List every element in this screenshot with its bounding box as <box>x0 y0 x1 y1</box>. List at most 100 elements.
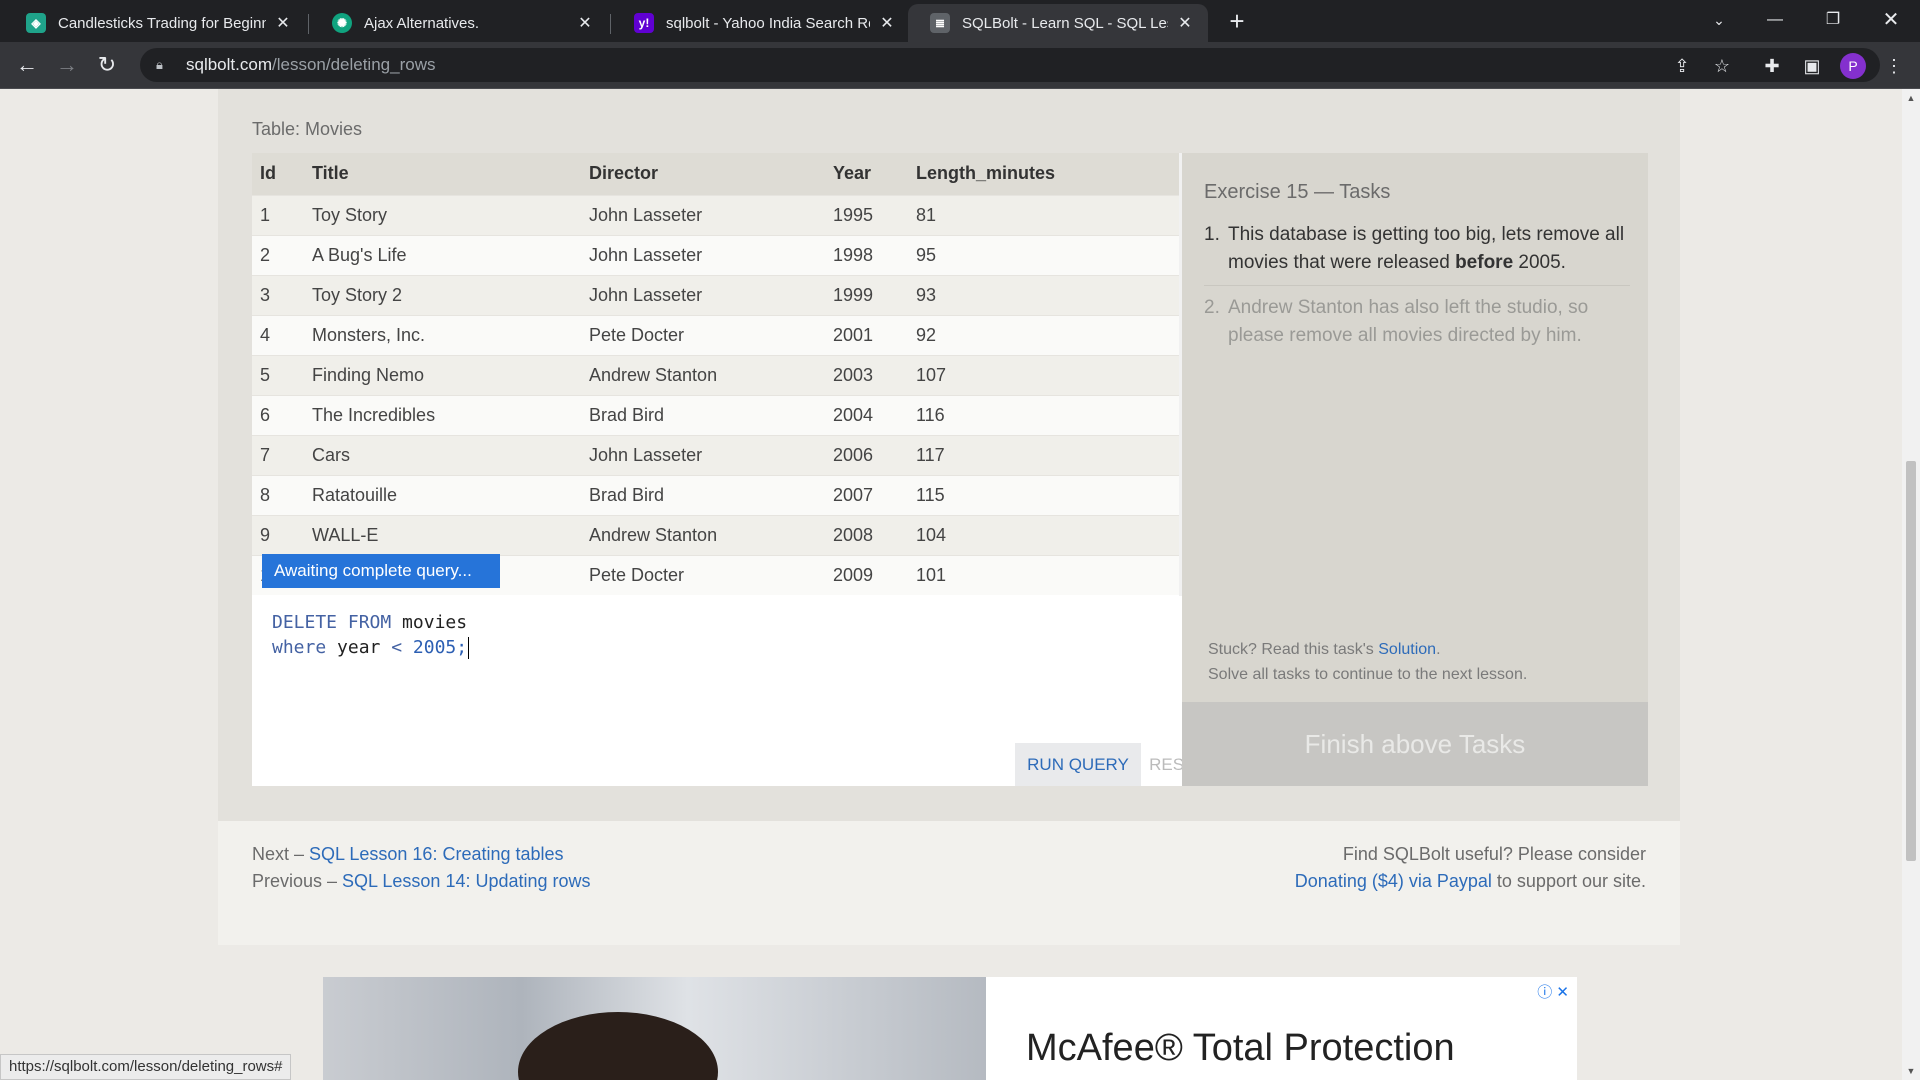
cell-year: 2001 <box>825 314 908 355</box>
bookmark-star-icon[interactable]: ☆ <box>1708 52 1736 80</box>
column-header: Id <box>252 153 304 195</box>
table-row: 8 Ratatouille Brad Bird 2007 115 <box>252 474 1179 515</box>
cell-year: 2009 <box>825 554 908 595</box>
stuck-help: Stuck? Read this task's Solution. Solve … <box>1208 641 1528 683</box>
table-row: 7 Cars John Lasseter 2006 117 <box>252 434 1179 475</box>
table-row: 9 WALL-E Andrew Stanton 2008 104 <box>252 514 1179 555</box>
close-window-icon[interactable]: ✕ <box>1868 0 1914 40</box>
lesson-footer: Next – SQL Lesson 16: Creating tables Pr… <box>218 821 1680 945</box>
cell-year: 1998 <box>825 234 908 275</box>
close-tab-icon[interactable]: ✕ <box>878 13 896 33</box>
tab-candlesticks[interactable]: ◈ Candlesticks Trading for Beginne ✕ <box>4 4 306 42</box>
tab-ajax-alternatives[interactable]: ✺ Ajax Alternatives. ✕ <box>310 4 608 42</box>
cell-length: 116 <box>908 394 1179 435</box>
cell-title: Toy Story <box>304 194 581 235</box>
cell-id: 6 <box>252 394 304 435</box>
table-row: 4 Monsters, Inc. Pete Docter 2001 92 <box>252 314 1179 355</box>
run-query-button[interactable]: RUN QUERY <box>1015 743 1141 786</box>
ad-choices-icon[interactable]: ⓘ ✕ <box>1537 981 1569 1002</box>
cell-length: 93 <box>908 274 1179 315</box>
table-row: 3 Toy Story 2 John Lasseter 1999 93 <box>252 274 1179 315</box>
cell-id: 1 <box>252 194 304 235</box>
cell-length: 117 <box>908 434 1179 475</box>
forward-icon[interactable]: → <box>52 50 82 80</box>
cell-title: WALL-E <box>304 514 581 555</box>
url-text: sqlbolt.com/lesson/deleting_rows <box>186 55 436 74</box>
extensions-icon[interactable]: ✚ <box>1758 52 1786 80</box>
advertisement-banner[interactable]: McAfee® Total Protection ⓘ ✕ <box>323 977 1577 1080</box>
cell-year: 1999 <box>825 274 908 315</box>
cell-title: Cars <box>304 434 581 475</box>
cell-director: Andrew Stanton <box>581 354 825 395</box>
menu-kebab-icon[interactable]: ⋮ <box>1880 52 1908 80</box>
cell-length: 81 <box>908 194 1179 235</box>
cell-director: John Lasseter <box>581 434 825 475</box>
address-bar[interactable]: 🔒︎ sqlbolt.com/lesson/deleting_rows <box>140 48 1880 82</box>
cell-year: 2007 <box>825 474 908 515</box>
cell-length: 92 <box>908 314 1179 355</box>
cell-director: Brad Bird <box>581 394 825 435</box>
reload-icon[interactable]: ↻ <box>92 50 122 80</box>
profile-avatar[interactable]: P <box>1840 53 1866 79</box>
movies-table: Id Title Director Year Length_minutes 1T… <box>252 153 1179 595</box>
cell-director: Pete Docter <box>581 554 825 595</box>
minimize-icon[interactable]: — <box>1752 0 1798 40</box>
solution-link[interactable]: Solution <box>1378 641 1436 658</box>
table-caption: Table: Movies <box>252 119 363 139</box>
cell-id: 4 <box>252 314 304 355</box>
cell-year: 2006 <box>825 434 908 475</box>
cell-year: 2003 <box>825 354 908 395</box>
page-scroll-up-icon[interactable]: ▲ <box>1902 93 1920 103</box>
tasks-panel: Exercise 15 — Tasks 1. This database is … <box>1182 153 1648 786</box>
cell-title: Monsters, Inc. <box>304 314 581 355</box>
tab-bar: ◈ Candlesticks Trading for Beginne ✕ ✺ A… <box>0 0 1920 42</box>
cell-year: 2008 <box>825 514 908 555</box>
task-item-current: 1. This database is getting too big, let… <box>1204 221 1630 286</box>
new-tab-button[interactable]: + <box>1222 6 1252 36</box>
previous-lesson-link[interactable]: SQL Lesson 14: Updating rows <box>342 871 590 891</box>
next-lesson-link[interactable]: SQL Lesson 16: Creating tables <box>309 844 564 864</box>
lesson-navigation: Next – SQL Lesson 16: Creating tables Pr… <box>252 844 591 891</box>
cell-director: John Lasseter <box>581 194 825 235</box>
donate-link[interactable]: Donating ($4) via Paypal <box>1295 871 1492 891</box>
cell-length: 101 <box>908 554 1179 595</box>
ad-headline: McAfee® Total Protection <box>1026 1027 1455 1069</box>
openai-icon: ✺ <box>332 13 352 33</box>
page-scroll-thumb[interactable] <box>1906 461 1916 861</box>
tab-sqlbolt[interactable]: ≣ SQLBolt - Learn SQL - SQL Lesso ✕ <box>908 4 1208 42</box>
cell-length: 104 <box>908 514 1179 555</box>
table-row: 5 Finding Nemo Andrew Stanton 2003 107 <box>252 354 1179 395</box>
cell-length: 107 <box>908 354 1179 395</box>
cell-year: 2004 <box>825 394 908 435</box>
cell-title: Toy Story 2 <box>304 274 581 315</box>
column-header: Title <box>304 153 581 195</box>
column-header: Director <box>581 153 825 195</box>
cell-director: John Lasseter <box>581 274 825 315</box>
page-scrollbar[interactable]: ▲ ▼ <box>1902 89 1920 1080</box>
close-tab-icon[interactable]: ✕ <box>274 13 292 33</box>
results-table-container[interactable]: Id Title Director Year Length_minutes 1T… <box>252 153 1196 596</box>
cell-id: 3 <box>252 274 304 315</box>
exercise-title: Exercise 15 — Tasks <box>1204 181 1391 203</box>
text-caret <box>468 637 470 659</box>
database-icon: ≣ <box>930 13 950 33</box>
side-panel-icon[interactable]: ▣ <box>1798 52 1826 80</box>
back-icon[interactable]: ← <box>12 50 42 80</box>
finish-tasks-button: Finish above Tasks <box>1182 702 1648 786</box>
cell-id: 9 <box>252 514 304 555</box>
tab-search-icon[interactable]: ⌄ <box>1696 0 1742 40</box>
cell-title: The Incredibles <box>304 394 581 435</box>
sql-editor[interactable]: DELETE FROM movies where year < 2005; RU… <box>252 596 1214 786</box>
restore-icon[interactable]: ❐ <box>1810 0 1856 40</box>
donate-note: Find SQLBolt useful? Please consider Don… <box>1294 844 1646 891</box>
column-header: Year <box>825 153 908 195</box>
query-text[interactable]: DELETE FROM movies where year < 2005; <box>272 610 470 660</box>
page-scroll-down-icon[interactable]: ▼ <box>1902 1066 1920 1076</box>
close-tab-icon[interactable]: ✕ <box>576 13 594 33</box>
cell-length: 95 <box>908 234 1179 275</box>
tab-yahoo-search[interactable]: y! sqlbolt - Yahoo India Search Resu ✕ <box>612 4 910 42</box>
cell-title: Finding Nemo <box>304 354 581 395</box>
task-list: 1. This database is getting too big, let… <box>1204 221 1630 366</box>
close-tab-icon[interactable]: ✕ <box>1176 13 1194 33</box>
share-icon[interactable]: ⇪ <box>1668 52 1696 80</box>
